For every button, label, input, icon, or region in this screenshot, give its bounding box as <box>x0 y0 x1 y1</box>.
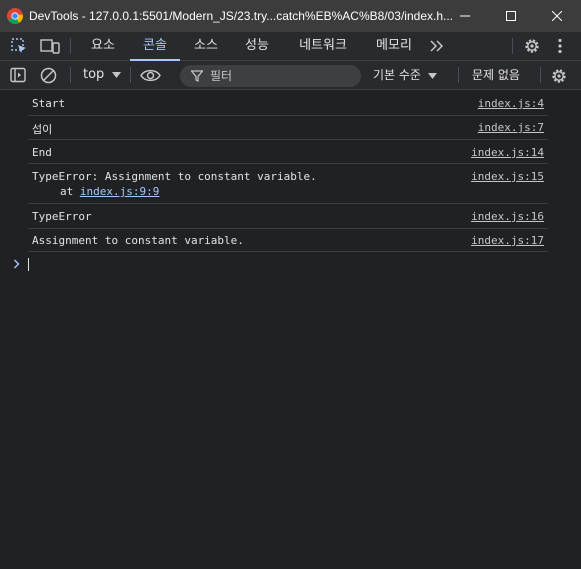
stack-trace-link[interactable]: index.js:9:9 <box>80 185 159 198</box>
console-message-row: 섭이 index.js:7 <box>28 116 548 140</box>
console-settings-gear-icon[interactable] <box>550 67 568 85</box>
console-message-row: Assignment to constant variable. index.j… <box>28 229 548 252</box>
console-prompt-chevron-icon <box>14 259 20 269</box>
console-message-row: TypeError index.js:16 <box>28 204 548 229</box>
source-link[interactable]: index.js:17 <box>471 234 544 247</box>
context-selector[interactable]: top <box>83 61 122 89</box>
live-expression-eye-icon[interactable] <box>140 67 161 84</box>
toolbar-divider <box>540 67 541 83</box>
settings-gear-icon[interactable] <box>523 37 541 55</box>
dropdown-arrow-icon <box>427 72 437 79</box>
console-output: Start index.js:4 섭이 index.js:7 End index… <box>0 91 581 252</box>
console-message-text: Assignment to constant variable. <box>32 234 244 247</box>
console-message-text: Start <box>32 97 66 110</box>
tab-memory[interactable]: 메모리 <box>368 32 420 60</box>
inspect-element-icon[interactable] <box>10 37 28 55</box>
minimize-button[interactable] <box>442 0 488 32</box>
console-message-text: End <box>32 146 52 159</box>
console-message-row: End index.js:14 <box>28 140 548 164</box>
log-levels-label: 기본 수준 <box>373 68 421 82</box>
toolbar-divider <box>70 67 71 83</box>
filter-funnel-icon <box>191 70 203 82</box>
log-levels-dropdown[interactable]: 기본 수준 <box>373 61 437 89</box>
tab-console[interactable]: 콘솔 <box>130 32 180 61</box>
tab-network[interactable]: 네트워크 <box>290 32 356 60</box>
tab-elements[interactable]: 요소 <box>83 32 123 60</box>
console-message-row: Start index.js:4 <box>28 91 548 116</box>
window-title: DevTools - 127.0.0.1:5501/Modern_JS/23.t… <box>29 9 454 23</box>
tab-performance[interactable]: 성능 <box>237 32 277 60</box>
stack-trace-line: at index.js:9:9 <box>60 185 159 198</box>
toolbar-divider <box>130 67 131 83</box>
error-message-text: TypeError: Assignment to constant variab… <box>32 170 317 183</box>
console-input-caret[interactable] <box>28 258 29 271</box>
close-icon <box>552 11 562 21</box>
filter-input[interactable] <box>210 67 350 85</box>
tab-divider <box>512 38 513 54</box>
console-message-text: 섭이 <box>32 123 53 136</box>
source-link[interactable]: index.js:14 <box>471 146 544 159</box>
dropdown-arrow-icon <box>112 71 122 78</box>
maximize-button[interactable] <box>488 0 534 32</box>
tab-sources[interactable]: 소스 <box>186 32 226 60</box>
console-toolbar: top 기본 수준 문제 없음 <box>0 61 581 90</box>
minimize-icon <box>460 15 470 17</box>
toolbar-divider <box>458 67 459 83</box>
context-value: top <box>83 67 105 82</box>
filter-box[interactable] <box>180 65 361 87</box>
more-tabs-chevron-icon[interactable] <box>429 37 445 55</box>
console-message-text: TypeError <box>32 210 92 223</box>
issues-counter[interactable]: 문제 없음 <box>472 61 520 89</box>
devtools-tab-bar: 요소 콘솔 소스 성능 네트워크 메모리 <box>0 32 581 61</box>
device-toolbar-icon[interactable] <box>40 37 60 55</box>
clear-console-icon[interactable] <box>40 67 57 84</box>
stack-trace-prefix: at <box>60 185 80 198</box>
source-link[interactable]: index.js:15 <box>471 170 544 183</box>
title-bar: DevTools - 127.0.0.1:5501/Modern_JS/23.t… <box>0 0 581 32</box>
source-link[interactable]: index.js:16 <box>471 210 544 223</box>
more-options-icon[interactable] <box>553 37 567 55</box>
close-button[interactable] <box>534 0 580 32</box>
console-error-row: TypeError: Assignment to constant variab… <box>28 164 548 204</box>
maximize-icon <box>506 11 516 21</box>
source-link[interactable]: index.js:4 <box>478 97 544 110</box>
chrome-icon <box>7 8 23 24</box>
source-link[interactable]: index.js:7 <box>478 121 544 134</box>
tab-divider <box>70 38 71 54</box>
sidebar-toggle-icon[interactable] <box>10 67 27 84</box>
